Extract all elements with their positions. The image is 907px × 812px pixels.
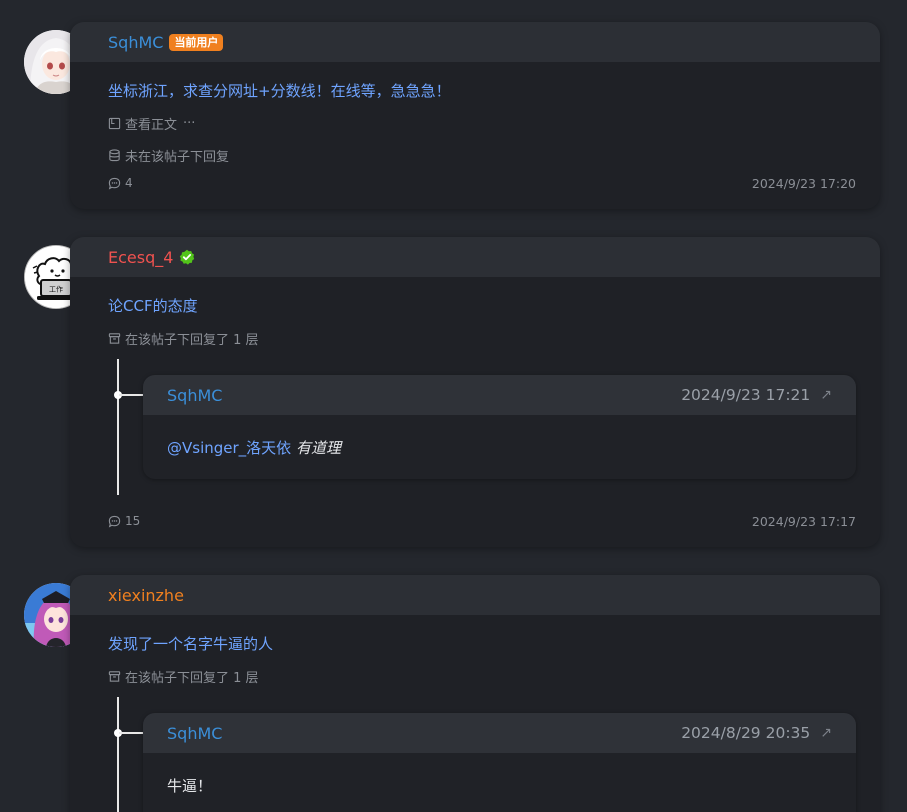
thread-branch	[119, 394, 143, 396]
comment-count-value: 15	[125, 514, 141, 528]
thread-line	[117, 697, 119, 812]
more-icon[interactable]: ···	[183, 116, 195, 131]
reply-status-text: 未在该帖子下回复	[125, 150, 230, 165]
post-header: SqhMC 当前用户	[70, 22, 880, 62]
post-timestamp: 2024/9/23 17:17	[751, 514, 856, 529]
comment-count: 4	[108, 176, 133, 190]
reply-status-text: 在该帖子下回复了 1 层	[125, 671, 259, 686]
current-user-badge: 当前用户	[169, 33, 224, 51]
post-header: xiexinzhe	[70, 575, 880, 615]
document-icon	[108, 117, 121, 130]
post-header: Ecesq_4	[70, 237, 880, 277]
archive-icon	[108, 671, 121, 682]
post-card: SqhMC 当前用户 坐标浙江，求查分网址+分数线！在线等，急急急！ 查看正文 …	[70, 22, 880, 209]
verified-check-icon	[180, 249, 195, 265]
username-link[interactable]: xiexinzhe	[108, 586, 184, 605]
post-title-link[interactable]: 论CCF的态度	[108, 295, 198, 316]
post-timestamp: 2024/9/23 17:20	[751, 176, 856, 191]
reply-status-row: 在该帖子下回复了 1 层	[108, 667, 259, 686]
reply-header: SqhMC 2024/8/29 20:35 ↗	[143, 713, 856, 753]
reply-card: SqhMC 2024/9/23 17:21 ↗ @Vsinger_洛天依 有道理	[143, 375, 856, 479]
reply-header: SqhMC 2024/9/23 17:21 ↗	[143, 375, 856, 415]
post-card: xiexinzhe 发现了一个名字牛逼的人 在该帖子下回复了 1 层 SqhMC…	[70, 575, 880, 812]
comment-icon	[108, 177, 121, 190]
reply-status-row: 在该帖子下回复了 1 层	[108, 329, 259, 348]
view-content-row[interactable]: 查看正文 ···	[108, 114, 195, 133]
reply-username-link[interactable]: SqhMC	[167, 386, 222, 405]
reply-text: 牛逼！	[167, 777, 213, 795]
reply-text: 有道理	[295, 439, 341, 457]
reply-timestamp: 2024/8/29 20:35	[681, 724, 811, 742]
reply-status-row: 未在该帖子下回复	[108, 146, 229, 165]
open-external-icon[interactable]: ↗	[820, 387, 832, 403]
username-link[interactable]: Ecesq_4	[108, 248, 173, 267]
avatar-laptop-text: 工作	[49, 285, 63, 294]
reply-timestamp: 2024/9/23 17:21	[681, 386, 811, 404]
reply-content: @Vsinger_洛天依 有道理	[143, 415, 856, 479]
reply-status-text: 在该帖子下回复了 1 层	[125, 333, 259, 348]
thread-line	[117, 359, 119, 495]
database-icon	[109, 149, 120, 162]
open-external-icon[interactable]: ↗	[820, 725, 832, 741]
view-content-label[interactable]: 查看正文	[125, 114, 177, 133]
reply-card: SqhMC 2024/8/29 20:35 ↗ 牛逼！	[143, 713, 856, 812]
thread-branch	[119, 732, 143, 734]
archive-icon	[108, 333, 121, 344]
post-title-link[interactable]: 发现了一个名字牛逼的人	[108, 633, 273, 654]
post-card: Ecesq_4 论CCF的态度 在该帖子下回复了 1 层 SqhMC 2024/…	[70, 237, 880, 547]
post-title-link[interactable]: 坐标浙江，求查分网址+分数线！在线等，急急急！	[108, 80, 451, 101]
mention-link[interactable]: @Vsinger_洛天依	[167, 439, 291, 457]
comment-icon	[108, 515, 121, 528]
username-link[interactable]: SqhMC	[108, 33, 163, 52]
comment-count: 15	[108, 514, 140, 528]
reply-username-link[interactable]: SqhMC	[167, 724, 222, 743]
comment-count-value: 4	[125, 176, 133, 190]
reply-content: 牛逼！	[143, 753, 856, 812]
